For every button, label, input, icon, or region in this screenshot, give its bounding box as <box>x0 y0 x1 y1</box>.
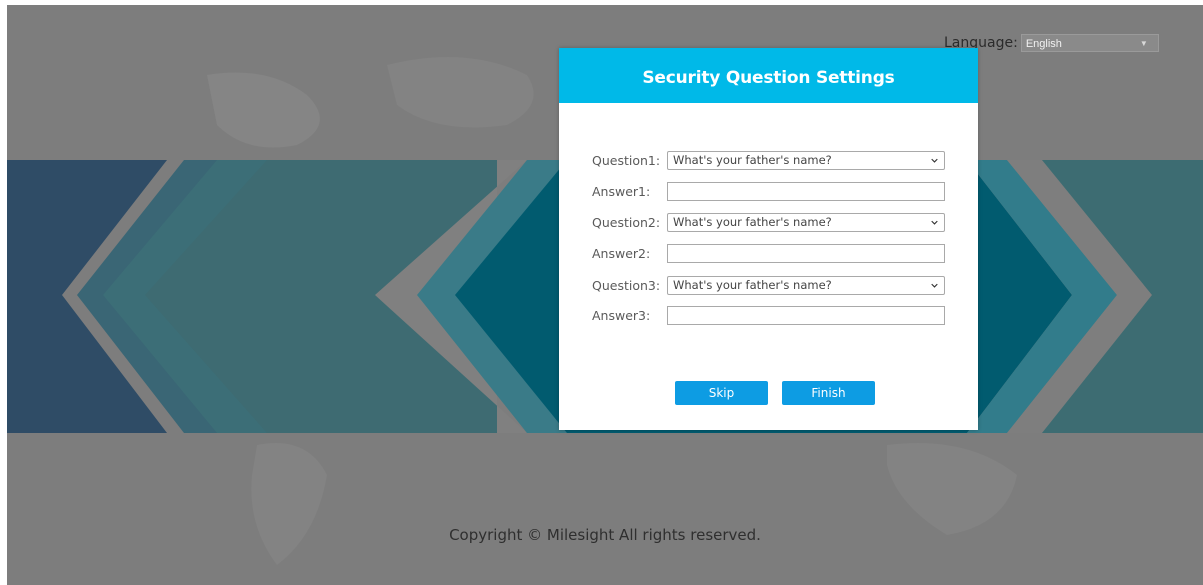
login-background: Language: English ▼ Security Question Se… <box>7 5 1203 585</box>
chevron-down-icon <box>931 283 938 288</box>
answer-label: Answer3: <box>592 308 651 323</box>
answer-row-2: Answer2: <box>592 244 945 263</box>
answer-row-3: Answer3: <box>592 306 945 325</box>
language-dropdown[interactable]: English ▼ <box>1020 34 1159 52</box>
answer-label: Answer1: <box>592 184 651 199</box>
security-question-dialog: Security Question Settings Question1: Wh… <box>559 48 978 430</box>
question-select-value: What's your father's name? <box>673 153 832 167</box>
answer-input-1[interactable] <box>667 182 945 201</box>
question-row-1: Question1: What's your father's name? <box>592 151 945 170</box>
chevron-down-icon <box>931 220 938 225</box>
question-select-1[interactable]: What's your father's name? <box>667 151 945 170</box>
question-label: Question1: <box>592 153 661 168</box>
question-select-value: What's your father's name? <box>673 215 832 229</box>
question-row-2: Question2: What's your father's name? <box>592 213 945 232</box>
finish-button[interactable]: Finish <box>782 381 875 405</box>
question-label: Question3: <box>592 278 661 293</box>
skip-button[interactable]: Skip <box>675 381 768 405</box>
answer-input-3[interactable] <box>667 306 945 325</box>
dialog-title: Security Question Settings <box>559 48 978 103</box>
question-select-2[interactable]: What's your father's name? <box>667 213 945 232</box>
question-row-3: Question3: What's your father's name? <box>592 276 945 295</box>
answer-row-1: Answer1: <box>592 182 945 201</box>
question-select-3[interactable]: What's your father's name? <box>667 276 945 295</box>
question-label: Question2: <box>592 215 661 230</box>
copyright-text: Copyright © Milesight All rights reserve… <box>449 526 761 544</box>
answer-input-2[interactable] <box>667 244 945 263</box>
language-value: English <box>1025 38 1062 50</box>
dropdown-arrow-icon: ▼ <box>1139 39 1148 48</box>
question-select-value: What's your father's name? <box>673 278 832 292</box>
chevron-down-icon <box>931 158 938 163</box>
answer-label: Answer2: <box>592 246 651 261</box>
